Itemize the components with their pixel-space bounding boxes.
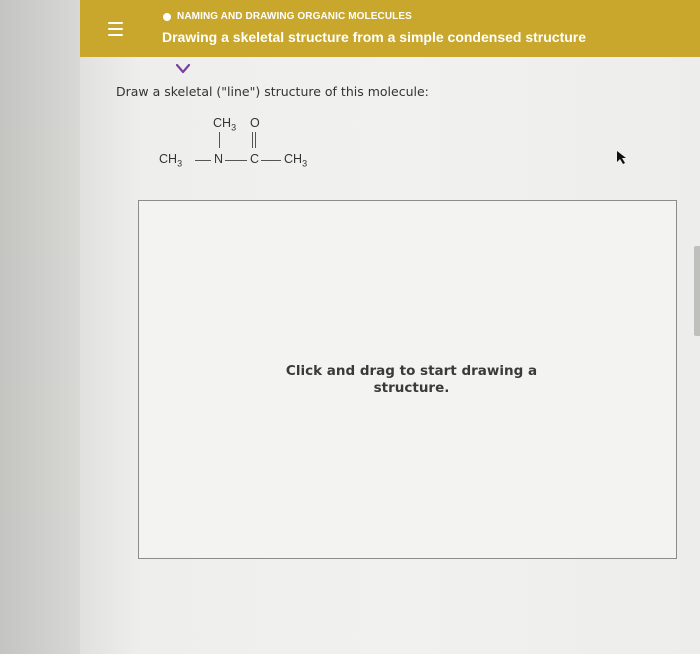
menu-button[interactable] <box>80 0 150 57</box>
methyl-top-label: CH3 <box>213 116 237 133</box>
page-title: Drawing a skeletal structure from a simp… <box>162 29 587 45</box>
screen: NAMING AND DRAWING ORGANIC MOLECULES Dra… <box>0 0 700 654</box>
chevron-down-icon[interactable] <box>172 62 194 76</box>
canvas-hint: Click and drag to start drawing a struct… <box>285 363 538 396</box>
oxygen-label: O <box>250 116 260 130</box>
c-ch3-bond <box>261 160 281 161</box>
methyl-right-label: CH3 <box>284 152 308 169</box>
question-prompt: Draw a skeletal ("line") structure of th… <box>116 84 429 99</box>
hamburger-icon <box>107 21 123 36</box>
mouse-pointer-icon <box>617 151 626 164</box>
ch3-n-bond <box>195 160 211 161</box>
drawing-canvas[interactable]: Click and drag to start drawing a struct… <box>138 200 677 559</box>
condensed-structure: CH3 O CH3 N C CH3 <box>155 112 325 176</box>
progress-dot-icon <box>163 12 171 21</box>
left-margin <box>0 0 80 654</box>
topic-row: NAMING AND DRAWING ORGANIC MOLECULES <box>163 11 412 22</box>
n-c-bond <box>225 160 247 161</box>
c-o-bond-2 <box>255 132 256 148</box>
methyl-left-label: CH3 <box>159 152 183 169</box>
topic-label: NAMING AND DRAWING ORGANIC MOLECULES <box>177 11 412 22</box>
nitrogen-label: N <box>214 152 224 166</box>
c-o-bond-1 <box>252 132 253 148</box>
n-ch3-bond <box>219 132 220 148</box>
carbon-label: C <box>250 152 260 166</box>
side-panel-tab[interactable] <box>694 246 700 336</box>
